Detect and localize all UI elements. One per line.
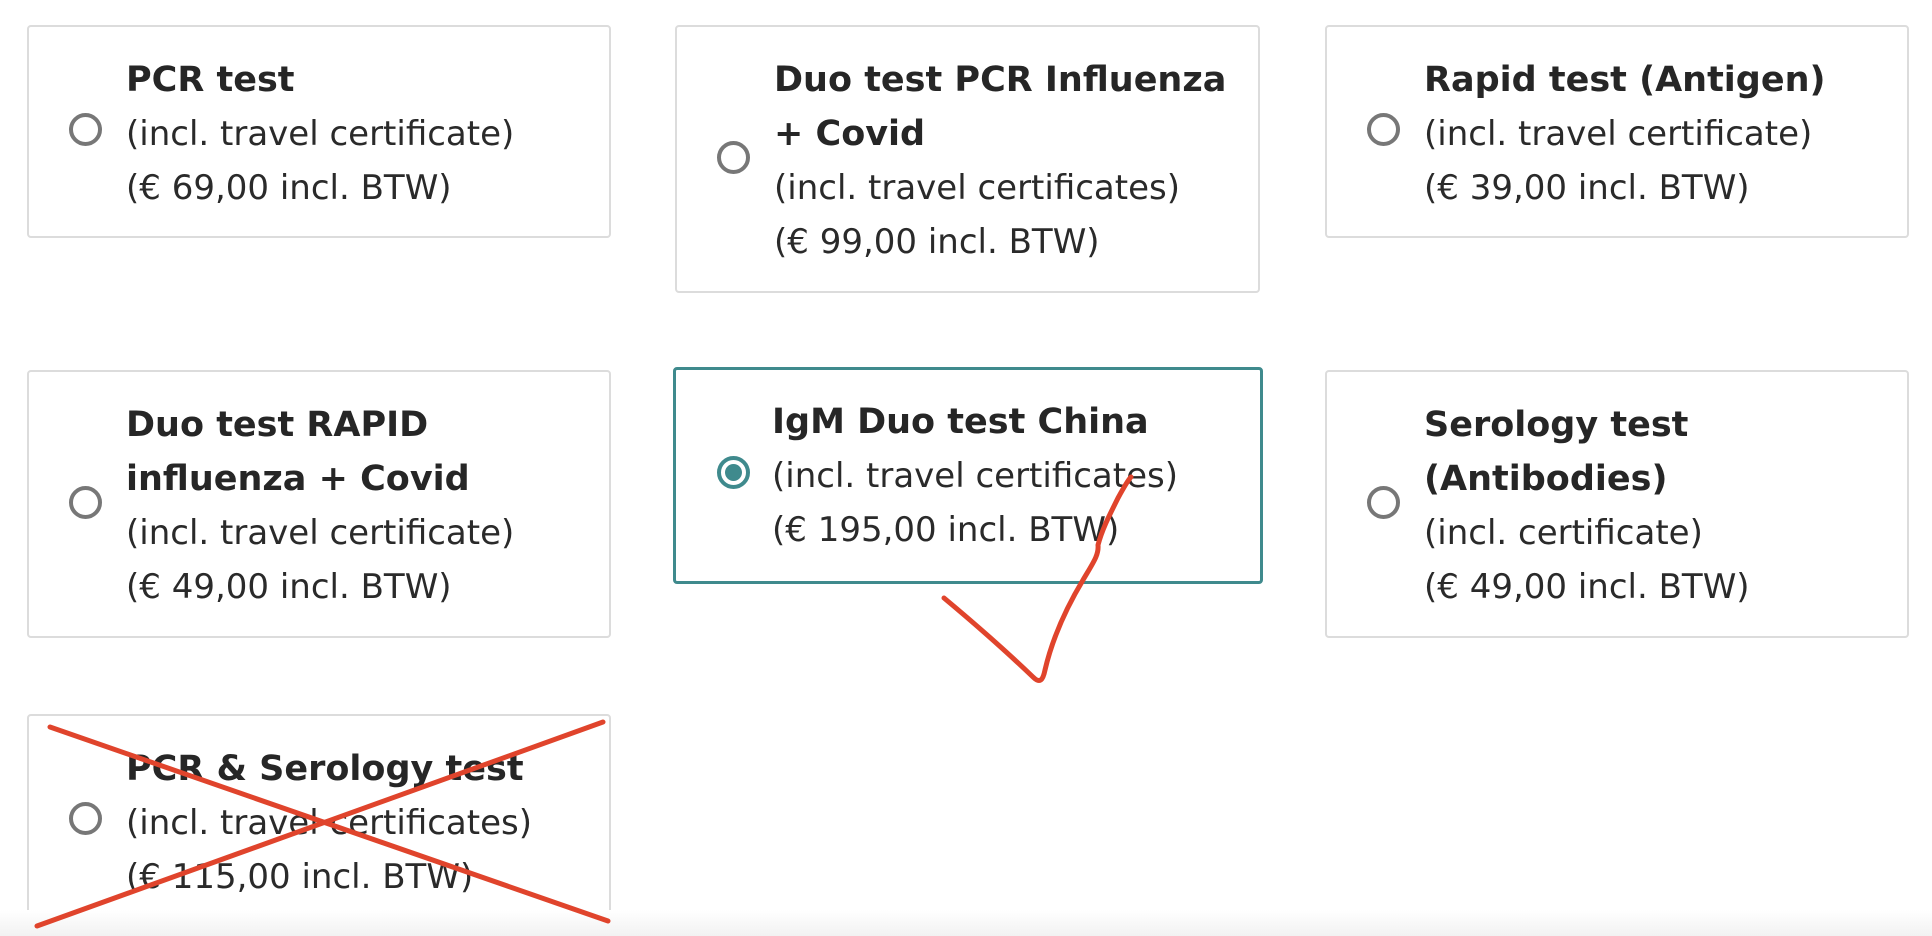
- option-price: (€ 49,00 incl. BTW): [126, 567, 452, 607]
- option-subtitle: (incl. travel certificates): [774, 168, 1180, 208]
- option-title: Duo test PCR Influenza + Covid: [774, 60, 1227, 154]
- radio-button-duo-test-pcr-influenza-covid[interactable]: [717, 141, 750, 174]
- radio-button-rapid-test-antigen[interactable]: [1367, 113, 1400, 146]
- option-card-igm-duo-test-china[interactable]: IgM Duo test China (incl. travel certifi…: [673, 367, 1263, 584]
- option-subtitle: (incl. certificate): [1424, 513, 1703, 553]
- option-card-pcr-serology-test[interactable]: PCR & Serology test (incl. travel certif…: [27, 714, 611, 927]
- option-subtitle: (incl. travel certificate): [126, 513, 515, 553]
- option-price: (€ 49,00 incl. BTW): [1424, 567, 1750, 607]
- option-subtitle: (incl. travel certificates): [772, 456, 1178, 496]
- option-card-pcr-test[interactable]: PCR test (incl. travel certificate) (€ 6…: [27, 25, 611, 238]
- option-title: Rapid test (Antigen): [1424, 60, 1826, 100]
- radio-button-pcr-serology-test[interactable]: [69, 802, 102, 835]
- option-subtitle: (incl. travel certificates): [126, 803, 532, 843]
- option-title: Serology test (Antibodies): [1424, 405, 1689, 499]
- bottom-fade: [0, 910, 1932, 936]
- radio-button-pcr-test[interactable]: [69, 113, 102, 146]
- option-price: (€ 195,00 incl. BTW): [772, 510, 1120, 550]
- option-price: (€ 39,00 incl. BTW): [1424, 168, 1750, 208]
- option-price: (€ 99,00 incl. BTW): [774, 222, 1100, 262]
- option-title: PCR test: [126, 60, 295, 100]
- test-options-grid: PCR test (incl. travel certificate) (€ 6…: [0, 0, 1932, 936]
- option-price: (€ 115,00 incl. BTW): [126, 857, 474, 897]
- option-subtitle: (incl. travel certificate): [126, 114, 515, 154]
- radio-button-serology-test-antibodies[interactable]: [1367, 486, 1400, 519]
- option-title: PCR & Serology test: [126, 749, 524, 789]
- option-card-duo-test-rapid-influenza-covid[interactable]: Duo test RAPID influenza + Covid (incl. …: [27, 370, 611, 638]
- option-title: Duo test RAPID influenza + Covid: [126, 405, 470, 499]
- radio-selected-dot: [725, 464, 742, 481]
- option-card-serology-test-antibodies[interactable]: Serology test (Antibodies) (incl. certif…: [1325, 370, 1909, 638]
- option-card-duo-test-pcr-influenza-covid[interactable]: Duo test PCR Influenza + Covid (incl. tr…: [675, 25, 1260, 293]
- option-title: IgM Duo test China: [772, 402, 1149, 442]
- option-card-rapid-test-antigen[interactable]: Rapid test (Antigen) (incl. travel certi…: [1325, 25, 1909, 238]
- radio-button-igm-duo-test-china[interactable]: [717, 456, 750, 489]
- option-price: (€ 69,00 incl. BTW): [126, 168, 452, 208]
- option-subtitle: (incl. travel certificate): [1424, 114, 1813, 154]
- radio-button-duo-test-rapid-influenza-covid[interactable]: [69, 486, 102, 519]
